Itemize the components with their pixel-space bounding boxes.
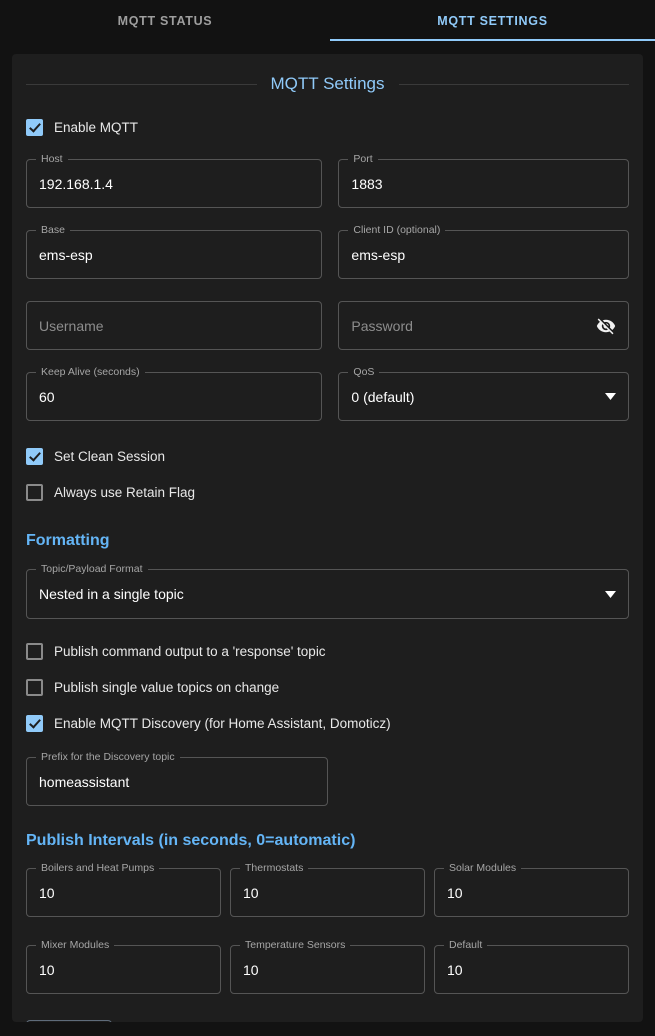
toggle-password-visibility-button[interactable] — [596, 316, 616, 336]
checkbox-enable-mqtt-discovery[interactable]: Enable MQTT Discovery (for Home Assistan… — [26, 708, 629, 738]
interval-default-label: Default — [444, 939, 487, 951]
interval-mixer-modules-value: 10 — [39, 962, 55, 978]
checkbox-always-use-retain-flag[interactable]: Always use Retain Flag — [26, 477, 629, 507]
interval-thermostats-label: Thermostats — [240, 862, 308, 874]
formatting-heading: Formatting — [26, 532, 629, 550]
interval-boilers-heat-pumps-field[interactable]: Boilers and Heat Pumps 10 — [26, 868, 221, 917]
keep-alive-field-value: 60 — [39, 389, 55, 405]
topic-payload-format-select[interactable]: Topic/Payload Format Nested in a single … — [26, 569, 629, 619]
visibility-off-icon — [596, 316, 616, 336]
base-field[interactable]: Base ems-esp — [26, 230, 322, 279]
interval-mixer-modules-label: Mixer Modules — [36, 939, 114, 951]
port-field[interactable]: Port 1883 — [338, 159, 629, 208]
interval-solar-modules-label: Solar Modules — [444, 862, 521, 874]
port-field-value: 1883 — [351, 176, 382, 192]
base-field-value: ems-esp — [39, 247, 93, 263]
checkbox-checked-icon — [26, 448, 43, 465]
interval-thermostats-value: 10 — [243, 885, 259, 901]
interval-temperature-sensors-field[interactable]: Temperature Sensors 10 — [230, 945, 425, 994]
username-field[interactable]: Username — [26, 301, 322, 350]
mqtt-settings-card: MQTT Settings Enable MQTT Host 192.168.1… — [12, 54, 643, 1022]
divider-right — [399, 84, 630, 85]
client-id-field[interactable]: Client ID (optional) ems-esp — [338, 230, 629, 279]
interval-default-field[interactable]: Default 10 — [434, 945, 629, 994]
tab-mqtt-settings[interactable]: MQTT SETTINGS — [330, 0, 655, 41]
interval-mixer-modules-field[interactable]: Mixer Modules 10 — [26, 945, 221, 994]
host-field-value: 192.168.1.4 — [39, 176, 113, 192]
interval-solar-modules-field[interactable]: Solar Modules 10 — [434, 868, 629, 917]
checkbox-checked-icon — [26, 119, 43, 136]
interval-temperature-sensors-value: 10 — [243, 962, 259, 978]
topic-payload-format-value: Nested in a single topic — [39, 586, 184, 602]
save-button[interactable]: SAVE — [26, 1020, 112, 1022]
qos-select[interactable]: QoS 0 (default) — [338, 372, 629, 421]
checkbox-always-use-retain-flag-label: Always use Retain Flag — [54, 485, 195, 500]
interval-default-value: 10 — [447, 962, 463, 978]
host-field-label: Host — [36, 153, 68, 165]
checkbox-checked-icon — [26, 715, 43, 732]
checkbox-unchecked-icon — [26, 679, 43, 696]
client-id-field-label: Client ID (optional) — [348, 224, 445, 236]
qos-select-label: QoS — [348, 366, 379, 378]
password-field[interactable]: Password — [338, 301, 629, 350]
checkbox-set-clean-session-label: Set Clean Session — [54, 449, 165, 464]
keep-alive-field-label: Keep Alive (seconds) — [36, 366, 145, 378]
discovery-prefix-field-value: homeassistant — [39, 774, 129, 790]
chevron-down-icon — [605, 591, 616, 598]
tab-mqtt-status-label: MQTT STATUS — [118, 14, 213, 28]
host-field[interactable]: Host 192.168.1.4 — [26, 159, 322, 208]
checkbox-unchecked-icon — [26, 643, 43, 660]
port-field-label: Port — [348, 153, 377, 165]
username-field-placeholder: Username — [39, 318, 104, 334]
keep-alive-field[interactable]: Keep Alive (seconds) 60 — [26, 372, 322, 421]
discovery-prefix-field[interactable]: Prefix for the Discovery topic homeassis… — [26, 757, 328, 806]
interval-boilers-heat-pumps-value: 10 — [39, 885, 55, 901]
interval-solar-modules-value: 10 — [447, 885, 463, 901]
interval-temperature-sensors-label: Temperature Sensors — [240, 939, 350, 951]
checkbox-unchecked-icon — [26, 484, 43, 501]
publish-intervals-heading: Publish Intervals (in seconds, 0=automat… — [26, 832, 629, 850]
divider-left — [26, 84, 257, 85]
checkbox-publish-command-output[interactable]: Publish command output to a 'response' t… — [26, 636, 629, 666]
checkbox-enable-mqtt-discovery-label: Enable MQTT Discovery (for Home Assistan… — [54, 716, 391, 731]
checkbox-set-clean-session[interactable]: Set Clean Session — [26, 441, 629, 471]
interval-boilers-heat-pumps-label: Boilers and Heat Pumps — [36, 862, 159, 874]
chevron-down-icon — [605, 393, 616, 400]
checkbox-enable-mqtt[interactable]: Enable MQTT — [26, 112, 629, 142]
password-field-placeholder: Password — [351, 318, 412, 334]
checkbox-enable-mqtt-label: Enable MQTT — [54, 120, 138, 135]
checkbox-publish-command-output-label: Publish command output to a 'response' t… — [54, 644, 326, 659]
tab-bar: MQTT STATUS MQTT SETTINGS — [0, 0, 655, 41]
page-title-text: MQTT Settings — [271, 74, 385, 94]
base-field-label: Base — [36, 224, 70, 236]
tab-mqtt-settings-label: MQTT SETTINGS — [437, 14, 548, 28]
checkbox-publish-single-value-topics[interactable]: Publish single value topics on change — [26, 672, 629, 702]
client-id-field-value: ems-esp — [351, 247, 405, 263]
qos-select-value: 0 (default) — [351, 389, 414, 405]
checkbox-publish-single-value-topics-label: Publish single value topics on change — [54, 680, 279, 695]
page-title: MQTT Settings — [26, 74, 629, 94]
topic-payload-format-label: Topic/Payload Format — [36, 563, 148, 575]
active-tab-indicator — [330, 39, 655, 41]
discovery-prefix-field-label: Prefix for the Discovery topic — [36, 751, 180, 763]
interval-thermostats-field[interactable]: Thermostats 10 — [230, 868, 425, 917]
tab-mqtt-status[interactable]: MQTT STATUS — [0, 0, 330, 41]
